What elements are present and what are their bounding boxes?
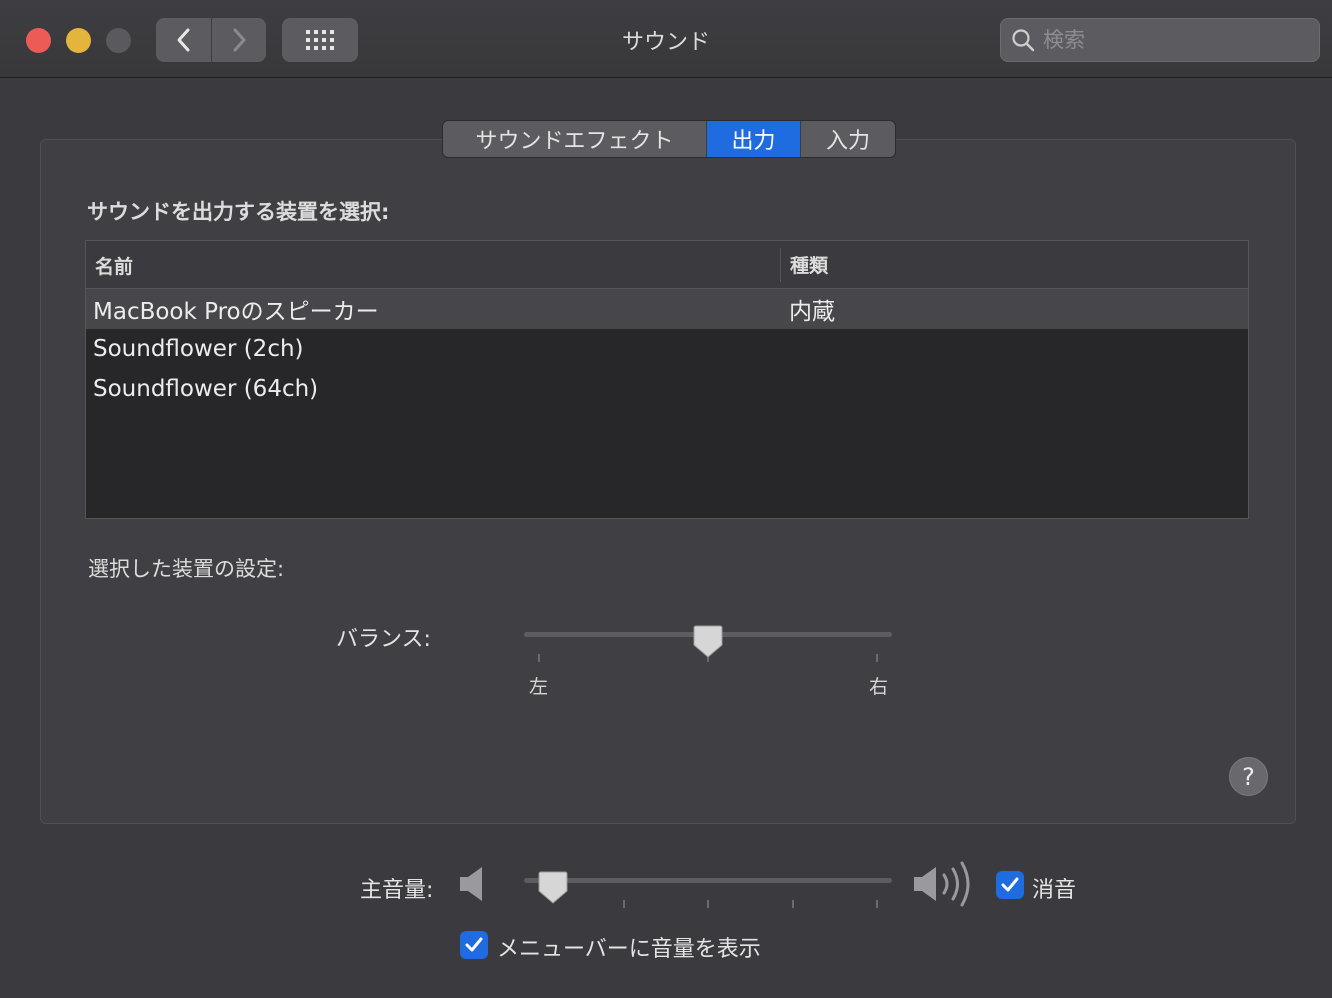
sound-preferences-window: サウンド サウンドエフェクト 出力 入力 サウンドを出力する装置を選択: 名前 … <box>0 0 1332 998</box>
device-name: Soundflower (64ch) <box>93 376 319 402</box>
title-bar: サウンド <box>0 0 1332 78</box>
table-header: 名前 種類 <box>86 241 1248 289</box>
grid-icon <box>306 30 334 50</box>
back-button[interactable] <box>156 18 211 62</box>
search-field[interactable] <box>1000 18 1320 62</box>
speaker-high-icon <box>914 861 970 907</box>
table-row[interactable]: MacBook Proのスピーカー 内蔵 <box>86 289 1248 329</box>
chevron-right-icon <box>233 28 246 52</box>
show-volume-in-menubar-label[interactable]: メニューバーに音量を表示 <box>497 931 761 963</box>
master-volume-label: 主音量: <box>360 878 434 903</box>
tab-bar: サウンドエフェクト 出力 入力 <box>442 120 896 158</box>
balance-right-label: 右 <box>869 676 889 698</box>
volume-tick <box>707 900 709 908</box>
help-button[interactable]: ? <box>1229 757 1268 796</box>
balance-tick-right <box>876 654 878 662</box>
master-volume-slider[interactable] <box>524 878 892 883</box>
device-name: Soundflower (2ch) <box>93 336 304 362</box>
close-button[interactable] <box>26 28 51 53</box>
master-volume-slider-knob[interactable] <box>538 870 568 904</box>
mute-label[interactable]: 消音 <box>1032 872 1076 904</box>
balance-left-label: 左 <box>529 676 549 698</box>
volume-tick <box>876 900 878 908</box>
balance-label: バランス: <box>336 627 431 652</box>
output-device-table: 名前 種類 MacBook Proのスピーカー 内蔵 Soundflower (… <box>85 240 1249 519</box>
minimize-button[interactable] <box>66 28 91 53</box>
tab-output[interactable]: 出力 <box>706 121 800 157</box>
search-input[interactable] <box>1043 28 1303 52</box>
device-select-label: サウンドを出力する装置を選択: <box>87 200 390 224</box>
tab-input[interactable]: 入力 <box>800 121 895 157</box>
volume-tick <box>792 900 794 908</box>
checkmark-icon <box>465 937 483 952</box>
show-all-button[interactable] <box>282 18 358 62</box>
device-settings-label: 選択した装置の設定: <box>88 557 285 581</box>
tab-sound-effects[interactable]: サウンドエフェクト <box>443 121 706 157</box>
device-type: 内蔵 <box>789 299 835 325</box>
column-header-name[interactable]: 名前 <box>86 248 781 282</box>
forward-button[interactable] <box>211 18 266 62</box>
zoom-button[interactable] <box>106 28 131 53</box>
device-name: MacBook Proのスピーカー <box>93 299 379 325</box>
checkmark-icon <box>1001 877 1019 892</box>
show-volume-in-menubar-checkbox[interactable] <box>460 931 488 959</box>
table-row[interactable]: Soundflower (2ch) <box>86 329 1248 369</box>
speaker-low-icon <box>460 867 482 901</box>
chevron-left-icon <box>177 28 189 52</box>
navigation-buttons <box>156 18 266 62</box>
balance-slider-knob[interactable] <box>693 624 723 658</box>
column-header-type[interactable]: 種類 <box>781 241 1248 288</box>
search-icon <box>1012 29 1035 52</box>
balance-tick-left <box>538 654 540 662</box>
volume-tick <box>623 900 625 908</box>
mute-checkbox[interactable] <box>996 871 1024 899</box>
table-row[interactable]: Soundflower (64ch) <box>86 369 1248 409</box>
